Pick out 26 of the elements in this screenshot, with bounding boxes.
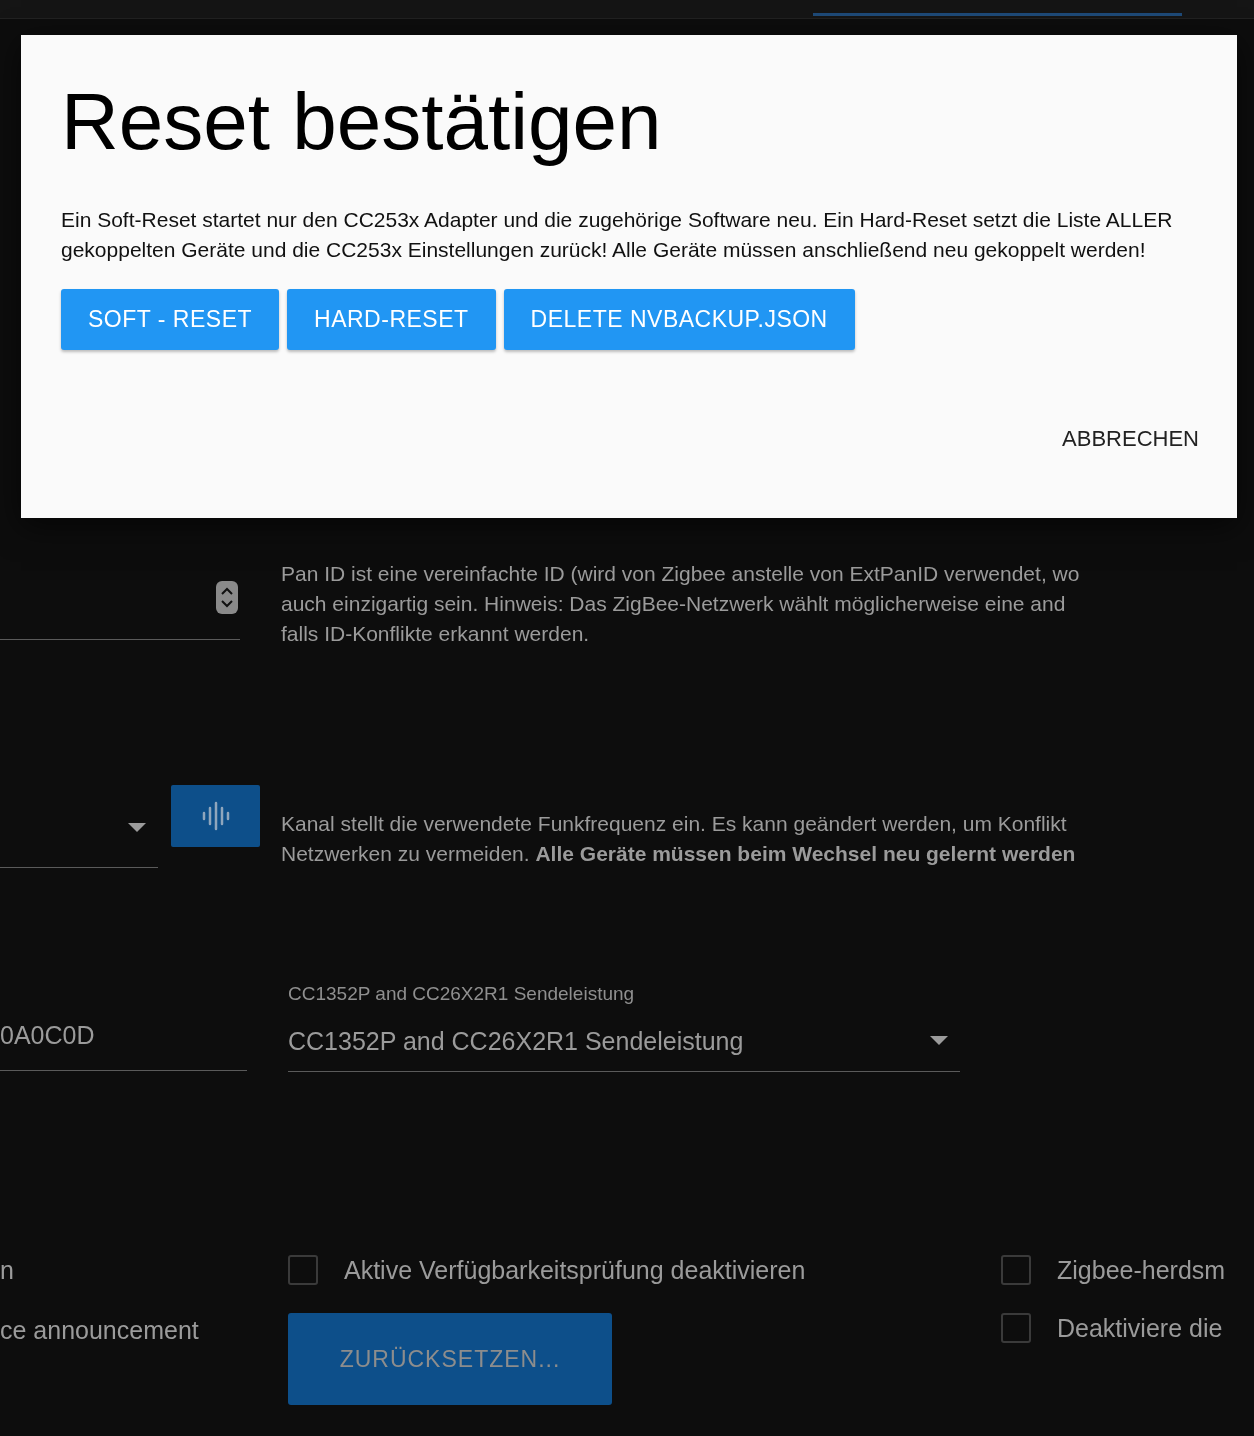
reset-option-button[interactable]: SOFT - RESET (61, 289, 280, 350)
reset-option-button[interactable]: DELETE NVBACKUP.JSON (503, 289, 855, 350)
waveform-icon (200, 801, 231, 831)
caret-icon (930, 1036, 948, 1045)
checkbox[interactable] (1001, 1255, 1031, 1285)
power-select[interactable]: CC1352P and CC26X2R1 Sendeleistung (288, 1011, 960, 1072)
cancel-button[interactable]: ABBRECHEN (1062, 420, 1199, 458)
caret-icon (128, 823, 146, 832)
reset-button[interactable]: ZURÜCKSETZEN... (288, 1313, 612, 1405)
option-label: n (0, 1255, 14, 1284)
checkbox-label: Aktive Verfügbarkeitsprüfung deaktivieren (344, 1255, 806, 1285)
checkbox-label: Zigbee-herdsm (1057, 1255, 1226, 1285)
checkbox[interactable] (288, 1255, 318, 1285)
channel-description: Kanal stellt die verwendete Funkfrequenz ein. Es kann geändert werden, um Konflikt Netzwerken zu vermeiden. Alle Geräte müssen beim Wechsel neu gelernt werden (281, 811, 1076, 867)
dialog-message: Ein Soft-Reset startet nur den CC253x Adapter und die zugehörige Software neu. Ein Hard-Reset setzt die Liste ALLER gekoppelten Geräte und die CC253x Einstellungen zurück! Alle Geräte müssen anschließend neu gekoppelt werden! (61, 207, 1174, 263)
reset-option-button[interactable]: HARD-RESET (287, 289, 496, 350)
id-field[interactable]: 0A0C0D (0, 977, 247, 1071)
checkbox-label: Deaktiviere die (1057, 1313, 1223, 1343)
scan-button[interactable] (171, 785, 260, 847)
field-label: CC1352P and CC26X2R1 Sendeleistung (288, 982, 636, 1006)
checkbox[interactable] (1001, 1313, 1031, 1343)
option-label: ce announcement (0, 1316, 199, 1344)
dialog-title: Reset bestätigen (61, 76, 663, 168)
spinner-icon[interactable] (216, 581, 238, 614)
field-value: 0A0C0D (0, 1021, 95, 1050)
pan-id-description: Pan ID ist eine vereinfachte ID (wird von Zigbee anstelle von ExtPanID verwendet, wo auch einzigartig sein. Hinweis: Das ZigBee-Netzwerk wählt möglicherweise eine and falls ID-Konflikte erkannt werden. (281, 561, 1080, 647)
